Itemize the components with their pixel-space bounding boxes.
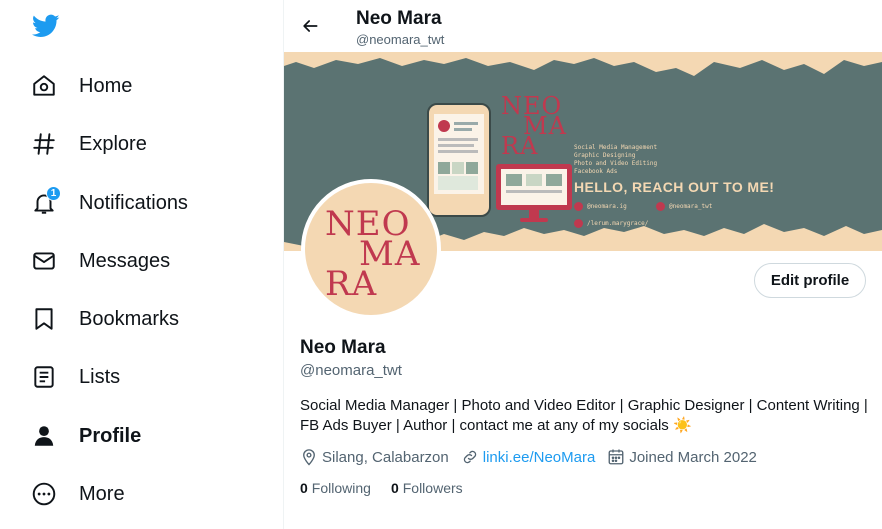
sidebar-item-label: Home: [79, 74, 133, 97]
avatar[interactable]: NEO MA RA: [301, 179, 441, 319]
avatar-logo-text: NEO MA RA: [325, 204, 421, 304]
bio-line: FB Ads Buyer | Author | contact me at an…: [300, 417, 692, 434]
bell-icon: 1: [20, 180, 68, 226]
sidebar-item-label: Profile: [79, 424, 142, 447]
sidebar-item-label: Lists: [79, 365, 121, 388]
sidebar-item-bookmarks[interactable]: Bookmarks: [20, 296, 179, 342]
sidebar-item-label: Messages: [79, 249, 171, 272]
banner-headline: HELLO, REACH OUT TO ME!: [574, 179, 775, 195]
profile-header: Neo Mara @neomara_twt: [284, 0, 882, 52]
twitter-logo-icon[interactable]: [30, 12, 62, 40]
profile-link[interactable]: linki.ee/NeoMara: [461, 448, 595, 466]
banner-contact-twitter: @neomara_twt: [656, 202, 712, 211]
profile-location: Silang, Calabarzon: [300, 448, 449, 466]
link-icon: [463, 450, 476, 464]
bookmark-icon: [20, 296, 68, 342]
sidebar-item-notifications[interactable]: 1 Notifications: [20, 180, 188, 226]
profile-name: Neo Mara: [300, 337, 386, 358]
banner-torn-top: [284, 52, 882, 76]
banner-contact-ig: @neomara.ig: [574, 202, 627, 211]
edit-profile-button[interactable]: Edit profile: [754, 263, 866, 298]
following-link[interactable]: 0 Following: [300, 480, 371, 496]
instagram-icon: [574, 202, 583, 211]
sidebar-item-home[interactable]: Home: [20, 63, 132, 109]
header-name: Neo Mara: [356, 8, 442, 29]
banner-contact-facebook: /lerum.marygrace/: [574, 219, 648, 228]
header-handle: @neomara_twt: [356, 32, 445, 47]
twitter-icon: [656, 202, 665, 211]
sidebar-item-label: Notifications: [79, 191, 188, 214]
follow-stats: 0 Following 0 Followers: [300, 480, 483, 496]
notification-badge: 1: [46, 186, 61, 201]
profile-meta: Silang, Calabarzon linki.ee/NeoMara Join…: [300, 448, 769, 466]
hashtag-icon: [20, 121, 68, 167]
sidebar-item-label: Bookmarks: [79, 307, 180, 330]
back-arrow-icon[interactable]: [296, 12, 324, 40]
person-icon: [20, 413, 68, 459]
location-pin-icon: [303, 449, 315, 466]
profile-handle: @neomara_twt: [300, 362, 402, 379]
sidebar: Home Explore 1 Notifications Messages Bo…: [0, 0, 283, 529]
sidebar-item-label: More: [79, 482, 125, 505]
sidebar-item-explore[interactable]: Explore: [20, 121, 147, 167]
sidebar-item-label: Explore: [79, 132, 147, 155]
phone-mockup-image: [427, 103, 491, 217]
sidebar-item-more[interactable]: More: [20, 471, 125, 517]
sidebar-item-lists[interactable]: Lists: [20, 354, 120, 400]
following-count: 0: [300, 480, 308, 496]
sun-emoji-icon: ☀️: [672, 417, 692, 434]
bio-line: Social Media Manager | Photo and Video E…: [300, 397, 868, 414]
monitor-mockup-image: [496, 164, 572, 222]
more-circle-icon: [20, 471, 68, 517]
followers-count: 0: [390, 480, 399, 496]
profile-joined: Joined March 2022: [607, 448, 757, 466]
sidebar-item-messages[interactable]: Messages: [20, 238, 170, 284]
home-icon: [20, 63, 68, 109]
sidebar-item-profile[interactable]: Profile: [20, 413, 141, 459]
profile-main: Neo Mara @neomara_twt NEO MA RA Social M…: [284, 0, 882, 529]
list-icon: [20, 354, 68, 400]
banner-brand-logo: NEO MA RA: [501, 92, 567, 160]
followers-link[interactable]: 0 Followers: [391, 480, 463, 496]
banner-services-list: Social Media Management Graphic Designin…: [574, 144, 658, 175]
calendar-icon: [608, 449, 624, 465]
facebook-icon: [574, 219, 583, 228]
envelope-icon: [20, 238, 68, 284]
profile-bio: Social Media Manager | Photo and Video E…: [300, 396, 870, 436]
